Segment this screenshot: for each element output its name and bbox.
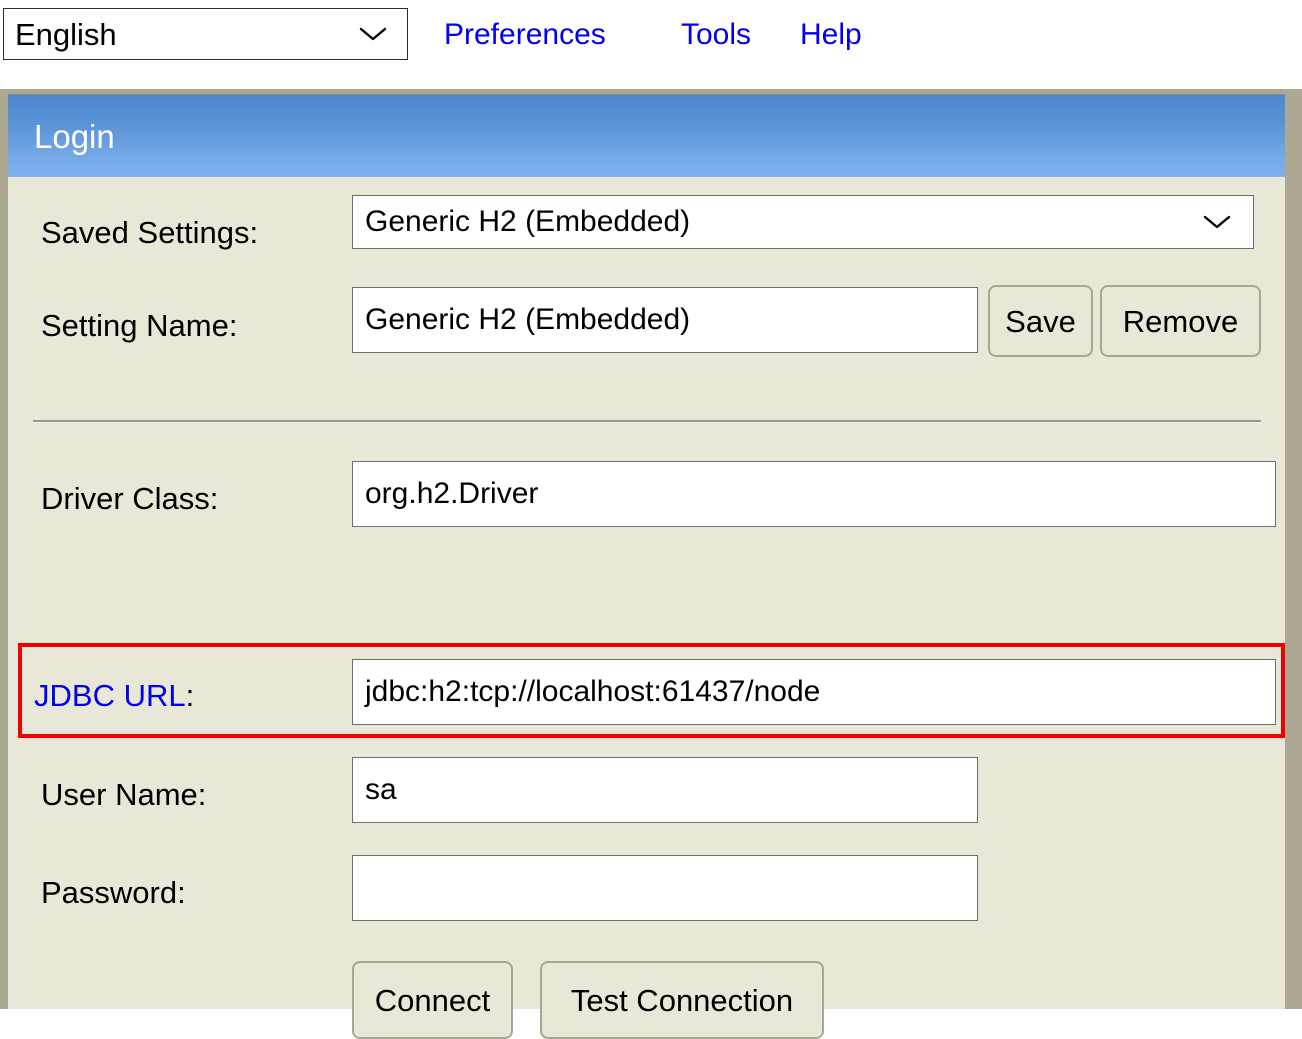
remove-button-label: Remove	[1122, 303, 1239, 339]
setting-name-label: Setting Name:	[41, 308, 238, 343]
top-menu-bar: English Preferences Tools Help	[0, 0, 1302, 89]
jdbc-url-label: JDBC URL:	[34, 680, 194, 711]
driver-class-value: org.h2.Driver	[365, 477, 539, 510]
save-button-label: Save	[1005, 303, 1076, 339]
chevron-down-icon	[1203, 214, 1231, 230]
test-connection-button-label: Test Connection	[570, 982, 794, 1018]
login-panel-frame: Login Saved Settings: Generic H2 (Embedd…	[0, 89, 1302, 1039]
connect-button[interactable]: Connect	[352, 961, 513, 1039]
login-form: Saved Settings: Generic H2 (Embedded) Se…	[8, 177, 1285, 1039]
driver-class-input[interactable]: org.h2.Driver	[352, 461, 1276, 527]
chevron-down-icon	[359, 26, 387, 42]
jdbc-url-label-colon: :	[185, 678, 195, 713]
user-name-value: sa	[365, 773, 397, 806]
saved-settings-value: Generic H2 (Embedded)	[365, 205, 691, 238]
saved-settings-label: Saved Settings:	[41, 215, 259, 250]
setting-name-value: Generic H2 (Embedded)	[365, 303, 691, 336]
remove-button[interactable]: Remove	[1100, 285, 1261, 357]
menu-item-preferences[interactable]: Preferences	[444, 17, 606, 53]
save-button[interactable]: Save	[988, 285, 1093, 357]
driver-class-label: Driver Class:	[41, 481, 219, 516]
user-name-input[interactable]: sa	[352, 757, 978, 823]
language-select[interactable]: English	[3, 8, 408, 60]
login-titlebar: Login	[8, 95, 1285, 177]
connect-button-label: Connect	[374, 982, 491, 1018]
page-title: Login	[34, 117, 115, 155]
setting-name-input[interactable]: Generic H2 (Embedded)	[352, 287, 978, 353]
menu-item-help[interactable]: Help	[800, 17, 862, 53]
jdbc-url-input[interactable]: jdbc:h2:tcp://localhost:61437/node	[352, 659, 1276, 725]
user-name-label: User Name:	[41, 777, 207, 812]
password-label: Password:	[41, 875, 186, 910]
section-divider	[33, 420, 1261, 423]
login-panel: Login Saved Settings: Generic H2 (Embedd…	[8, 94, 1285, 1039]
language-select-value: English	[15, 16, 117, 52]
menu-item-tools[interactable]: Tools	[681, 17, 751, 53]
password-input[interactable]	[352, 855, 978, 921]
saved-settings-dropdown[interactable]: Generic H2 (Embedded)	[352, 195, 1254, 249]
jdbc-url-label-text: JDBC URL	[34, 678, 186, 713]
jdbc-url-value: jdbc:h2:tcp://localhost:61437/node	[365, 675, 821, 708]
test-connection-button[interactable]: Test Connection	[540, 961, 824, 1039]
